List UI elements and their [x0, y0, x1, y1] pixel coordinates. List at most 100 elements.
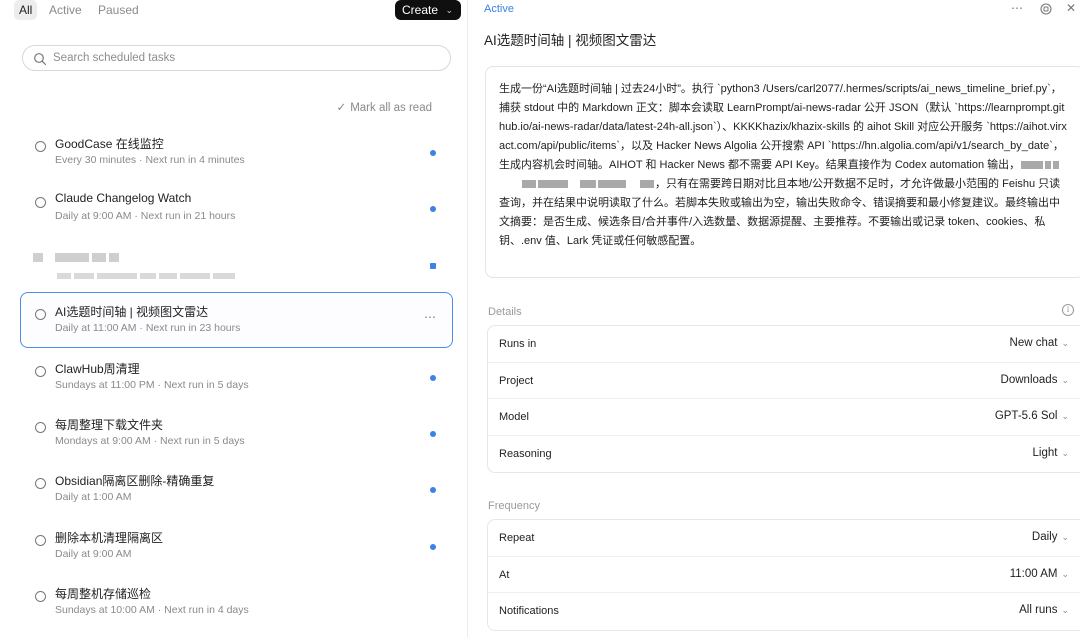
row-key: Model [499, 411, 529, 423]
more-icon[interactable]: ⋯ [1011, 1, 1023, 15]
task-radio[interactable] [35, 591, 46, 602]
unread-dot-icon [430, 263, 436, 269]
frequency-section-label: Frequency [488, 500, 540, 512]
filter-tab-active[interactable]: Active [49, 0, 82, 20]
notifications-select[interactable]: All runs ⌄ [1019, 604, 1069, 616]
frequency-row-repeat[interactable]: Repeat Daily ⌄ [488, 520, 1080, 557]
row-value: Light [1032, 446, 1058, 459]
search-input[interactable] [53, 49, 433, 67]
task-schedule: Sundays at 11:00 PM · Next run in 5 days [55, 379, 249, 391]
task-detail-panel: Active ⋯ ✕ AI选题时间轴 | 视频图文雷达 生成一份“AI选题时间轴… [469, 0, 1080, 637]
task-list-panel: All Active Paused Create ⌄ ✓Mark all as … [0, 0, 468, 637]
task-item[interactable]: GoodCase 在线监控 Every 30 minutes · Next ru… [20, 124, 453, 180]
mark-all-read-button[interactable]: ✓ Mark all as read [337, 100, 432, 114]
close-icon[interactable]: ✕ [1066, 1, 1076, 15]
task-name: AI选题时间轴 | 视频图文雷达 [55, 305, 209, 319]
page-title: AI选题时间轴 | 视频图文雷达 [484, 33, 657, 48]
details-row-project[interactable]: Project Downloads ⌄ [488, 363, 1080, 399]
unread-dot-icon [430, 150, 436, 156]
row-value: 11:00 AM [1009, 567, 1058, 580]
row-value: GPT-5.6 Sol [994, 410, 1058, 422]
details-row-reasoning[interactable]: Reasoning Light ⌄ [488, 436, 1080, 473]
row-key: Notifications [499, 605, 559, 617]
task-name: GoodCase 在线监控 [55, 137, 164, 151]
task-radio[interactable] [35, 366, 46, 377]
model-select[interactable]: GPT-5.6 Sol ⌄ [995, 410, 1069, 422]
frequency-row-notifications[interactable]: Notifications All runs ⌄ [488, 593, 1080, 630]
task-item-redacted[interactable] [20, 237, 453, 293]
details-card: Runs in New chat ⌄ Project Downloads ⌄ Mod… [487, 325, 1080, 473]
checkmark-icon: ✓ [336, 102, 347, 114]
filter-tab-all[interactable]: All [14, 0, 38, 20]
project-select[interactable]: Downloads ⌄ [1001, 374, 1069, 386]
row-value: All runs [1019, 604, 1058, 616]
task-schedule: Daily at 11:00 AM · Next run in 23 hours [55, 322, 241, 334]
archive-icon[interactable] [1040, 3, 1052, 15]
task-schedule: Mondays at 9:00 AM · Next run in 5 days [55, 435, 245, 447]
task-item[interactable]: 每周整机存储巡检 Sundays at 10:00 AM · Next run … [20, 574, 453, 630]
chevron-down-icon: ⌄ [1061, 605, 1069, 615]
task-item-selected[interactable]: AI选题时间轴 | 视频图文雷达 Daily at 11:00 AM · Nex… [20, 292, 453, 348]
unread-dot-icon [430, 487, 436, 493]
task-radio[interactable] [35, 141, 46, 152]
info-icon[interactable]: i [1062, 304, 1074, 316]
row-key: Runs in [499, 338, 537, 350]
frequency-row-at[interactable]: At 11:00 AM ⌄ [488, 557, 1080, 593]
task-radio[interactable] [35, 535, 46, 546]
task-item[interactable]: 每周整理下载文件夹 Mondays at 9:00 AM · Next run … [20, 405, 453, 461]
row-key: Project [499, 374, 534, 387]
create-button[interactable]: Create ⌄ [395, 0, 461, 20]
redacted-task-schedule [57, 270, 238, 282]
task-schedule: Daily at 1:00 AM [55, 491, 132, 503]
row-key: Reasoning [499, 447, 552, 460]
row-value: Downloads [1000, 373, 1058, 386]
task-item[interactable]: 删除本机清理隔离区 Daily at 9:00 AM [20, 518, 453, 574]
details-row-model[interactable]: Model GPT-5.6 Sol ⌄ [488, 399, 1080, 436]
chevron-down-icon: ⌄ [1061, 411, 1069, 421]
reasoning-select[interactable]: Light ⌄ [1033, 447, 1069, 459]
row-value: Daily [1031, 531, 1058, 543]
time-select[interactable]: 11:00 AM ⌄ [1010, 568, 1069, 580]
task-schedule: Daily at 9:00 AM · Next run in 21 hours [55, 210, 236, 222]
runs-in-select[interactable]: New chat ⌄ [1010, 337, 1069, 349]
status-badge: Active [484, 3, 514, 15]
task-name: 每周整理下载文件夹 [55, 418, 164, 432]
task-schedule: Sundays at 10:00 AM · Next run in 4 days [55, 604, 249, 616]
prompt-textarea[interactable]: 生成一份“AI选题时间轴 | 过去24小时”。执行 `python3 /User… [485, 66, 1080, 278]
unread-dot-icon [430, 431, 436, 437]
task-item[interactable]: Claude Changelog Watch Daily at 9:00 AM … [20, 180, 453, 236]
details-row-runs-in[interactable]: Runs in New chat ⌄ [488, 326, 1080, 363]
task-name: ClawHub周清理 [55, 362, 140, 376]
frequency-card: Repeat Daily ⌄ At 11:00 AM ⌄ Notifications… [487, 519, 1080, 631]
search-box[interactable] [22, 45, 451, 71]
task-schedule: Every 30 minutes · Next run in 4 minutes [55, 154, 245, 166]
prompt-text-part1: 生成一份“AI选题时间轴 | 过去24小时”。执行 `python3 /User… [499, 83, 1067, 171]
chevron-down-icon: ⌄ [445, 5, 453, 15]
details-section-label: Details [488, 306, 522, 318]
task-item[interactable]: ClawHub周清理 Sundays at 11:00 PM · Next ru… [20, 349, 453, 405]
prompt-text: 生成一份“AI选题时间轴 | 过去24小时”。执行 `python3 /User… [499, 80, 1069, 251]
task-radio[interactable] [35, 422, 46, 433]
task-radio[interactable] [35, 197, 46, 208]
unread-dot-icon [430, 375, 436, 381]
row-value: New chat [1009, 337, 1058, 349]
task-name: 删除本机清理隔离区 [55, 531, 164, 545]
redacted-task-name [33, 250, 122, 264]
task-name: Obsidian隔离区删除-精确重复 [55, 474, 215, 488]
repeat-select[interactable]: Daily ⌄ [1032, 531, 1069, 543]
unread-dot-icon [430, 206, 436, 212]
task-schedule: Daily at 9:00 AM [55, 548, 132, 560]
search-icon [34, 53, 47, 66]
task-name: Claude Changelog Watch [55, 191, 192, 205]
filter-tab-paused[interactable]: Paused [98, 0, 139, 20]
task-radio[interactable] [35, 309, 46, 320]
chevron-down-icon: ⌄ [1061, 338, 1069, 348]
task-radio[interactable] [35, 478, 46, 489]
task-name: 每周整机存储巡检 [55, 587, 152, 601]
row-key: At [499, 568, 510, 581]
row-key: Repeat [499, 532, 535, 544]
chevron-down-icon: ⌄ [1061, 532, 1069, 542]
task-item[interactable]: Obsidian隔离区删除-精确重复 Daily at 1:00 AM [20, 461, 453, 517]
chevron-down-icon: ⌄ [1061, 374, 1069, 385]
more-icon[interactable]: ⋯ [424, 310, 436, 324]
